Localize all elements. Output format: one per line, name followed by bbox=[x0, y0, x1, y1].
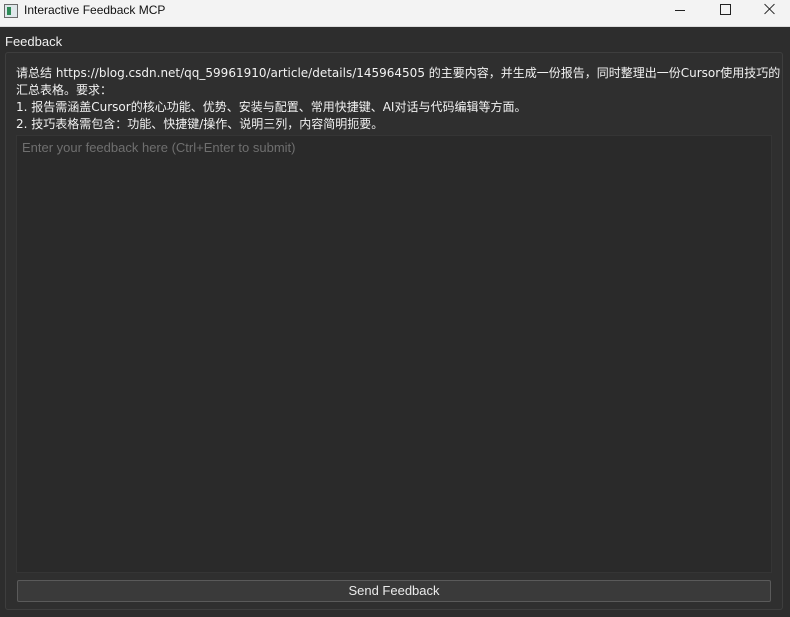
window-title: Interactive Feedback MCP bbox=[24, 3, 166, 17]
feedback-group-title: Feedback bbox=[5, 34, 63, 49]
maximize-button[interactable] bbox=[702, 0, 748, 20]
maximize-icon bbox=[720, 4, 731, 15]
app-icon bbox=[4, 4, 18, 18]
minimize-icon bbox=[675, 10, 685, 11]
feedback-input[interactable] bbox=[16, 135, 772, 573]
prompt-line: 汇总表格。要求： bbox=[16, 83, 113, 97]
minimize-button[interactable] bbox=[657, 0, 703, 20]
send-feedback-button[interactable]: Send Feedback bbox=[17, 580, 771, 602]
close-icon bbox=[763, 1, 777, 17]
prompt-line: 请总结 https://blog.csdn.net/qq_59961910/ar… bbox=[16, 66, 781, 80]
prompt-text: 请总结 https://blog.csdn.net/qq_59961910/ar… bbox=[16, 65, 781, 133]
app-window: Interactive Feedback MCP Feedback 请总结 ht… bbox=[0, 0, 790, 617]
prompt-line: 1. 报告需涵盖Cursor的核心功能、优势、安装与配置、常用快捷键、AI对话与… bbox=[16, 100, 527, 114]
title-bar[interactable]: Interactive Feedback MCP bbox=[0, 0, 790, 27]
close-button[interactable] bbox=[747, 0, 790, 20]
prompt-line: 2. 技巧表格需包含：功能、快捷键/操作、说明三列，内容简明扼要。 bbox=[16, 117, 384, 131]
